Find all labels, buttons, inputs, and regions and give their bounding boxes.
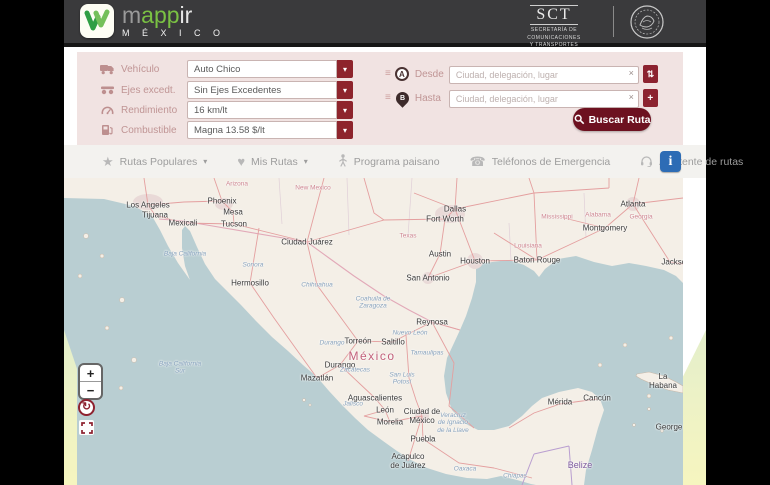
zoom-control: + − [78,363,103,400]
origin-clear-icon[interactable]: × [629,68,634,78]
locate-button[interactable]: ↻ [78,399,95,416]
origin-input-wrap: × [449,65,639,83]
axles-row: Ejes excedt. [99,81,183,99]
efficiency-select-caret-icon[interactable]: ▾ [337,101,353,119]
destination-clear-icon[interactable]: × [629,92,634,102]
search-icon [574,114,585,125]
efficiency-label: Rendimiento [121,105,183,116]
menu-label: Mis Rutas [251,156,298,168]
origin-marker-icon: A [395,67,409,81]
swap-button[interactable]: ⇅ [643,65,658,83]
sct-line1: SECRETARÍA DE [506,27,602,35]
fuel-select-caret-icon[interactable]: ▾ [337,121,353,139]
vehicle-label: Vehículo [121,64,183,75]
menu-rutas-populares[interactable]: ★ Rutas Populares ▾ [102,155,207,168]
menu-mis-rutas[interactable]: ♥ Mis Rutas ▾ [237,155,307,168]
axles-select[interactable]: Sin Ejes Excedentes ▾ [187,81,353,99]
efficiency-select[interactable]: 16 km/lt ▾ [187,101,353,119]
search-route-button[interactable]: Buscar Ruta [573,108,651,131]
efficiency-row: Rendimiento [99,101,183,119]
logo-word-m: m [122,2,141,28]
vehicle-row: Vehículo [99,60,183,78]
fuel-row: Combustible [99,121,183,139]
basemap-graphic [64,178,683,485]
logo-subtitle: M É X I C O [122,29,225,38]
star-icon: ★ [102,155,114,168]
destination-input[interactable] [449,90,639,108]
fullscreen-button[interactable] [79,420,94,435]
mappir-logo[interactable]: mappir M É X I C O [80,4,225,38]
map-canvas[interactable]: Los AngelesPhoenixMesaTucsonTijuanaMexic… [64,178,683,485]
route-form-panel: Vehículo Auto Chico ▾ Ejes excedt. Sin E… [77,52,683,145]
vehicle-select-value[interactable]: Auto Chico [187,60,337,78]
chevron-down-icon: ▾ [304,157,308,166]
chevron-down-icon: ▾ [203,157,207,166]
logo-word-ir: ir [180,2,193,28]
fuel-select[interactable]: Magna 13.58 $/lt ▾ [187,121,353,139]
destination-row: ≡ B Hasta × + [385,89,658,107]
add-stop-button[interactable]: + [643,89,658,107]
axles-select-value[interactable]: Sin Ejes Excedentes [187,81,337,99]
menu-label: Rutas Populares [120,156,198,168]
header-divider [613,6,614,37]
logo-wordmark: mappir M É X I C O [122,4,225,38]
page-right-margin [683,178,706,485]
origin-label: Desde [415,69,449,80]
sct-subtitle: SECRETARÍA DE COMUNICACIONES Y TRANSPORT… [506,27,602,50]
zoom-in-button[interactable]: + [80,365,101,381]
app-header: mappir M É X I C O SCT SECRETARÍA DE COM… [64,0,706,47]
fuel-pump-icon [99,124,115,136]
person-icon [338,154,348,169]
menu-programa-paisano[interactable]: Programa paisano [338,154,440,169]
logo-word-app: app [141,2,179,28]
menu-label: Teléfonos de Emergencia [492,156,611,168]
efficiency-select-value[interactable]: 16 km/lt [187,101,337,119]
origin-input[interactable] [449,66,639,84]
axles-label: Ejes excedt. [121,85,183,96]
fuel-label: Combustible [121,125,183,136]
info-icon: i [669,154,673,170]
logo-m-icon [84,9,110,33]
sct-line2: COMUNICACIONES [506,35,602,43]
sct-block: SCT SECRETARÍA DE COMUNICACIONES Y TRANS… [506,5,602,50]
destination-label: Hasta [415,93,449,104]
zoom-out-button[interactable]: − [80,382,101,398]
fullscreen-icon [81,422,93,434]
origin-row: ≡ A Desde × ⇅ [385,65,658,83]
sct-acronym: SCT [530,5,577,25]
fuel-select-value[interactable]: Magna 13.58 $/lt [187,121,337,139]
screenshot-stage: mappir M É X I C O SCT SECRETARÍA DE COM… [0,0,770,485]
drag-handle-icon[interactable]: ≡ [385,93,391,103]
vehicle-select-caret-icon[interactable]: ▾ [337,60,353,78]
headset-icon [640,155,653,169]
heart-icon: ♥ [237,155,245,168]
background-wedge [683,330,706,485]
phone-icon: ☎ [470,155,486,168]
info-button[interactable]: i [660,151,681,172]
page-content: mappir M É X I C O SCT SECRETARÍA DE COM… [64,0,706,485]
axles-icon [99,85,115,95]
locate-icon: ↻ [82,402,91,413]
menu-label: Programa paisano [354,156,440,168]
destination-marker-letter: B [400,95,405,102]
gauge-icon [99,105,115,116]
mappir-logo-icon [80,4,114,38]
mexico-seal-icon [628,3,666,46]
search-route-label: Buscar Ruta [589,114,651,126]
menu-telefonos-emergencia[interactable]: ☎ Teléfonos de Emergencia [470,155,611,168]
vehicle-icon [99,64,115,75]
drag-handle-icon[interactable]: ≡ [385,69,391,79]
destination-input-wrap: × [449,89,639,107]
destination-marker-icon: B [393,89,411,107]
axles-select-caret-icon[interactable]: ▾ [337,81,353,99]
menu-asistente-rutas[interactable]: Asistente de rutas [640,155,743,169]
menu-bar: ★ Rutas Populares ▾ ♥ Mis Rutas ▾ Progra… [64,145,706,178]
sct-line3: Y TRANSPORTES [506,42,602,50]
vehicle-select[interactable]: Auto Chico ▾ [187,60,353,78]
